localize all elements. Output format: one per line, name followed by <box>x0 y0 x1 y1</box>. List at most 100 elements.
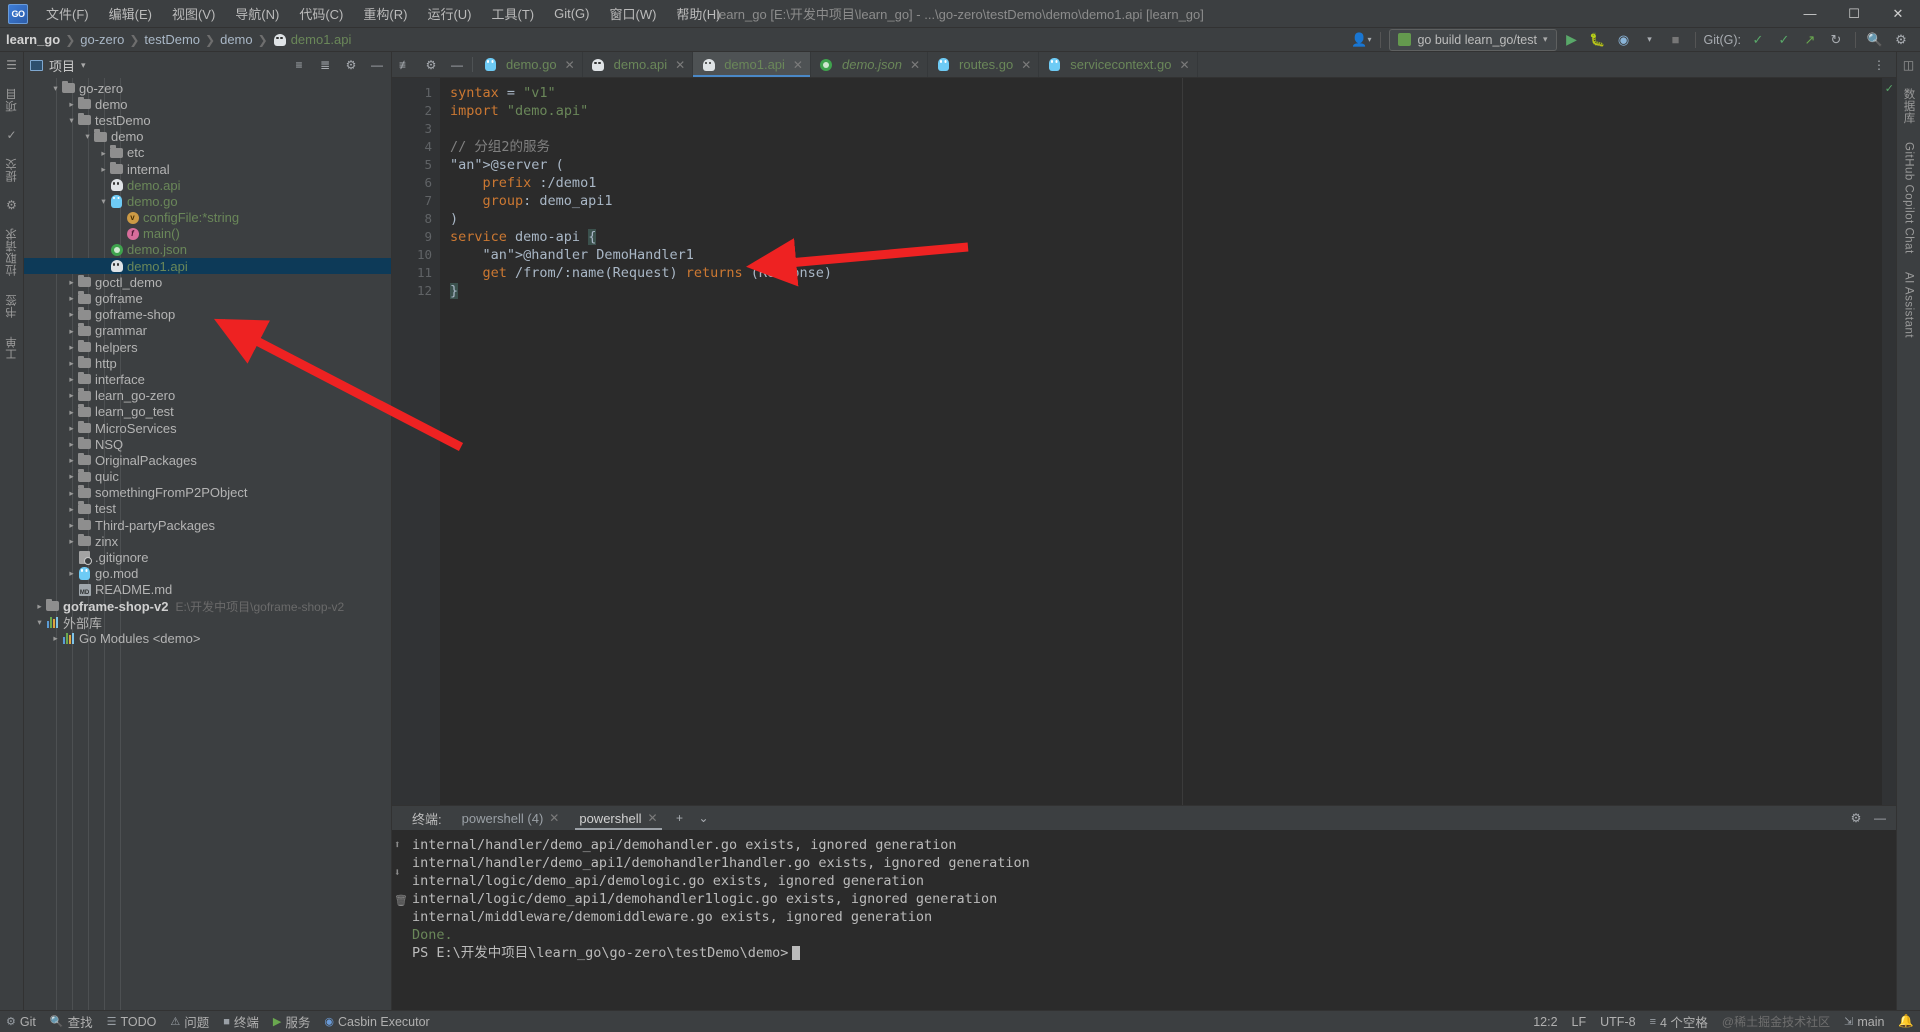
hide-panel-icon[interactable]: — <box>367 55 387 75</box>
run-with-coverage-button[interactable]: ◉ <box>1613 29 1635 51</box>
sidebar-item-pull-requests[interactable]: 拉取请求 <box>4 226 20 278</box>
close-icon[interactable]: ✕ <box>1179 58 1189 72</box>
sidebar-item-ai-assistant[interactable]: AI Assistant <box>1903 270 1915 340</box>
database-icon[interactable]: ◫ <box>1903 58 1914 72</box>
tree-node-main--[interactable]: f main() <box>24 226 391 242</box>
run-configuration-selector[interactable]: go build learn_go/test ▾ <box>1389 28 1557 51</box>
sort-tabs-icon[interactable]: ≢ <box>392 52 418 77</box>
chevron-right-icon[interactable]: ▸ <box>98 149 109 158</box>
tree-node-go-zero[interactable]: ▾ go-zero <box>24 80 391 96</box>
settings-gear-icon[interactable]: ⚙ <box>1890 29 1912 51</box>
tree-node-third-partypackages[interactable]: ▸ Third-partyPackages <box>24 517 391 533</box>
tree-node-test[interactable]: ▸ test <box>24 501 391 517</box>
tree-node-internal[interactable]: ▸ internal <box>24 161 391 177</box>
menu-tools[interactable]: 工具(T) <box>481 0 544 27</box>
sidebar-item-copilot-chat[interactable]: GitHub Copilot Chat <box>1903 140 1915 256</box>
tree-node-goctl_demo[interactable]: ▸ goctl_demo <box>24 274 391 290</box>
close-icon[interactable]: ✕ <box>648 811 658 825</box>
status-find[interactable]: 🔍 查找 <box>50 1012 93 1031</box>
tree-node-etc[interactable]: ▸ etc <box>24 145 391 161</box>
status-branch[interactable]: ⇲ main <box>1844 1015 1884 1029</box>
menu-refactor[interactable]: 重构(R) <box>353 0 417 27</box>
status-line-separator[interactable]: LF <box>1572 1015 1587 1029</box>
chevron-down-icon[interactable]: ▾ <box>98 197 109 206</box>
maximize-button[interactable]: ☐ <box>1832 0 1876 28</box>
panel-settings-gear-icon[interactable]: ⚙ <box>341 55 361 75</box>
code-content[interactable]: syntax = "v1" import "demo.api" // 分组2的服务… <box>440 78 1882 805</box>
terminal-down-icon[interactable]: ⬇ <box>394 864 408 882</box>
terminal-output[interactable]: ⬆ ⬇ 🗑 internal/handler/demo_api/demohand… <box>392 830 1896 1010</box>
tree-node-go-modules--demo-[interactable]: ▸ Go Modules <demo> <box>24 630 391 646</box>
chevron-right-icon[interactable]: ▸ <box>66 294 77 303</box>
menu-code[interactable]: 代码(C) <box>289 0 353 27</box>
breadcrumb-item-3[interactable]: demo <box>220 32 253 47</box>
tree-node-goframe[interactable]: ▸ goframe <box>24 290 391 306</box>
sidebar-item-project[interactable]: 项目 <box>4 86 20 114</box>
tree-node-demo.go[interactable]: ▾ demo.go <box>24 193 391 209</box>
breadcrumb-item-4[interactable]: demo1.api <box>291 32 352 47</box>
status-encoding[interactable]: UTF-8 <box>1600 1015 1635 1029</box>
code-editor[interactable]: 1 2 3 4 5 6 7 8 9 10 11 12 syntax = "v1" import "dem… <box>392 78 1896 805</box>
chevron-right-icon[interactable]: ▸ <box>66 424 77 433</box>
status-git[interactable]: ⚙ Git <box>6 1015 36 1029</box>
chevron-right-icon[interactable]: ▸ <box>66 489 77 498</box>
terminal-hide-icon[interactable]: — <box>1870 808 1890 828</box>
chevron-right-icon[interactable]: ▸ <box>50 634 61 643</box>
collapse-all-icon[interactable]: ≣ <box>315 55 335 75</box>
tree-node-configfile--string[interactable]: v configFile:*string <box>24 210 391 226</box>
chevron-right-icon[interactable]: ▸ <box>66 472 77 481</box>
tree-node-nsq[interactable]: ▸ NSQ <box>24 436 391 452</box>
status-todo[interactable]: ☰ TODO <box>107 1015 157 1029</box>
sidebar-item-bookmarks[interactable]: 书签 <box>4 292 20 320</box>
chevron-right-icon[interactable]: ▸ <box>98 165 109 174</box>
editor-tabs-overflow-icon[interactable]: ⋮ <box>1866 58 1892 72</box>
minimize-button[interactable]: — <box>1788 0 1832 28</box>
terminal-up-icon[interactable]: ⬆ <box>394 836 408 854</box>
status-casbin-executor[interactable]: ◉ Casbin Executor <box>324 1015 429 1029</box>
user-account-icon[interactable]: 👤 ▾ <box>1350 29 1372 51</box>
editor-scrollbar-markers[interactable]: ✓ <box>1882 78 1896 805</box>
breadcrumb-item-0[interactable]: learn_go <box>6 32 60 47</box>
tree-node-learn_go_test[interactable]: ▸ learn_go_test <box>24 404 391 420</box>
expand-all-icon[interactable]: ≡ <box>289 55 309 75</box>
menu-view[interactable]: 视图(V) <box>162 0 225 27</box>
chevron-right-icon[interactable]: ▸ <box>34 602 45 611</box>
git-update-icon[interactable]: ✓ <box>1747 29 1769 51</box>
tree-node-testdemo[interactable]: ▾ testDemo <box>24 112 391 128</box>
editor-tab-demo-api[interactable]: demo.api ✕ <box>583 52 694 77</box>
chevron-right-icon[interactable]: ▸ <box>66 278 77 287</box>
menu-git[interactable]: Git(G) <box>544 2 599 25</box>
breadcrumb-item-2[interactable]: testDemo <box>144 32 200 47</box>
menu-edit[interactable]: 编辑(E) <box>99 0 162 27</box>
terminal-tabs-chevron-down-icon[interactable]: ⌄ <box>694 808 714 828</box>
status-notifications-icon[interactable]: 🔔 <box>1898 1014 1914 1029</box>
chevron-down-icon[interactable]: ▾ <box>81 60 86 71</box>
breadcrumb-item-1[interactable]: go-zero <box>80 32 124 47</box>
close-icon[interactable]: ✕ <box>549 811 559 825</box>
close-icon[interactable]: ✕ <box>565 58 575 72</box>
sidebar-item-database[interactable]: 数据库 <box>1901 86 1917 126</box>
tree-node-zinx[interactable]: ▸ zinx <box>24 533 391 549</box>
tab-settings-gear-icon[interactable]: ⚙ <box>418 52 444 77</box>
chevron-right-icon[interactable]: ▸ <box>66 327 77 336</box>
status-problems[interactable]: ⚠ 问题 <box>170 1012 209 1031</box>
terminal-clear-icon[interactable]: 🗑 <box>394 892 408 910</box>
chevron-right-icon[interactable]: ▸ <box>66 408 77 417</box>
menu-window[interactable]: 窗口(W) <box>599 0 666 27</box>
sidebar-item-commit[interactable]: 提交 <box>4 156 20 184</box>
tree-node-readme.md[interactable]: MD README.md <box>24 582 391 598</box>
tree-node-originalpackages[interactable]: ▸ OriginalPackages <box>24 452 391 468</box>
chevron-right-icon[interactable]: ▸ <box>66 375 77 384</box>
chevron-right-icon[interactable]: ▸ <box>66 521 77 530</box>
more-run-options-icon[interactable]: ▾ <box>1639 29 1661 51</box>
tree-node-http[interactable]: ▸ http <box>24 355 391 371</box>
debug-button[interactable]: 🐛 <box>1587 29 1609 51</box>
terminal-tab-powershell-4[interactable]: powershell (4) ✕ <box>454 809 568 828</box>
tree-node-grammar[interactable]: ▸ grammar <box>24 323 391 339</box>
git-history-icon[interactable]: ↻ <box>1825 29 1847 51</box>
hide-editor-icon[interactable]: — <box>444 52 470 77</box>
tree-node-goframe-shop-v2[interactable]: ▸ goframe-shop-v2 E:\开发中项目\goframe-shop-v2 <box>24 598 391 614</box>
editor-tab-servicecontext-go[interactable]: servicecontext.go ✕ <box>1039 52 1198 77</box>
commit-icon[interactable]: ✓ <box>6 128 16 142</box>
menu-run[interactable]: 运行(U) <box>417 0 481 27</box>
